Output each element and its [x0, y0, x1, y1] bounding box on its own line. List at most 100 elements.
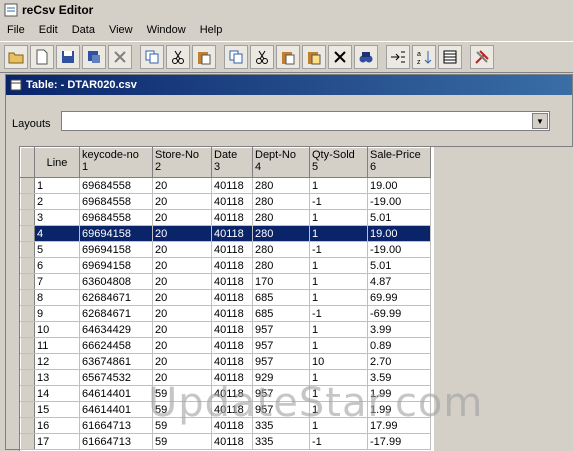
table-cell[interactable]: 20	[152, 193, 212, 210]
table-cell[interactable]: 280	[252, 241, 310, 258]
table-cell[interactable]: 280	[252, 225, 310, 242]
table-cell[interactable]: 280	[252, 209, 310, 226]
table-row[interactable]: 8 62684671 20 40118 685 1 69.99	[20, 289, 431, 306]
find-icon[interactable]	[354, 45, 378, 69]
table-cell[interactable]: 2.70	[367, 353, 431, 370]
table-cell[interactable]: 64614401	[79, 401, 153, 418]
table-cell[interactable]: 40118	[211, 209, 253, 226]
row-selector[interactable]	[20, 401, 35, 418]
table-cell[interactable]: 69694158	[79, 257, 153, 274]
table-cell[interactable]: 65674532	[79, 369, 153, 386]
row-selector[interactable]	[20, 433, 35, 450]
row-selector[interactable]	[20, 273, 35, 290]
table-cell[interactable]: 62684671	[79, 289, 153, 306]
table-cell[interactable]: 59	[152, 401, 212, 418]
table-cell[interactable]: 40118	[211, 353, 253, 370]
table-row[interactable]: 4 69694158 20 40118 280 1 19.00	[20, 225, 431, 242]
table-cell[interactable]: 40118	[211, 257, 253, 274]
table-cell[interactable]: 1	[309, 289, 368, 306]
table-cell[interactable]: 20	[152, 225, 212, 242]
table-cell[interactable]: 1	[309, 257, 368, 274]
save-as-icon[interactable]	[82, 45, 106, 69]
table-cell[interactable]: 1	[309, 401, 368, 418]
table-cell[interactable]: 20	[152, 209, 212, 226]
table-cell[interactable]: 40118	[211, 337, 253, 354]
row-selector[interactable]	[20, 337, 35, 354]
table-cell[interactable]: 62684671	[79, 305, 153, 322]
table-cell[interactable]: 1	[34, 177, 80, 194]
table-cell[interactable]: 11	[34, 337, 80, 354]
row-selector[interactable]	[20, 369, 35, 386]
table-cell[interactable]: 59	[152, 417, 212, 434]
copy-row-icon[interactable]	[224, 45, 248, 69]
row-selector[interactable]	[20, 321, 35, 338]
table-cell[interactable]: 1.99	[367, 385, 431, 402]
col-header-store-no[interactable]: Store-No 2	[152, 147, 212, 178]
table-cell[interactable]: 40118	[211, 225, 253, 242]
corner-cell[interactable]	[20, 147, 35, 178]
open-icon[interactable]	[4, 45, 28, 69]
table-cell[interactable]: 1	[309, 209, 368, 226]
insert-icon[interactable]	[386, 45, 410, 69]
cut-icon[interactable]	[166, 45, 190, 69]
table-cell[interactable]: 3.99	[367, 321, 431, 338]
table-cell[interactable]: 280	[252, 257, 310, 274]
table-cell[interactable]: -69.99	[367, 305, 431, 322]
table-cell[interactable]: 957	[252, 321, 310, 338]
table-cell[interactable]: 17	[34, 433, 80, 450]
table-cell[interactable]: 335	[252, 433, 310, 450]
table-cell[interactable]: -19.00	[367, 193, 431, 210]
layouts-dropdown[interactable]: ▼	[61, 111, 550, 131]
table-cell[interactable]: 15	[34, 401, 80, 418]
table-cell[interactable]: 4	[34, 225, 80, 242]
row-selector[interactable]	[20, 257, 35, 274]
table-cell[interactable]: 40118	[211, 385, 253, 402]
col-header-sale-price[interactable]: Sale-Price 6	[367, 147, 431, 178]
table-cell[interactable]: -17.99	[367, 433, 431, 450]
table-cell[interactable]: 929	[252, 369, 310, 386]
table-cell[interactable]: 13	[34, 369, 80, 386]
table-row[interactable]: 15 64614401 59 40118 957 1 1.99	[20, 401, 431, 418]
table-cell[interactable]: 20	[152, 337, 212, 354]
table-icon[interactable]	[438, 45, 462, 69]
col-header-date[interactable]: Date 3	[211, 147, 253, 178]
table-cell[interactable]: 19.00	[367, 177, 431, 194]
menu-help[interactable]: Help	[193, 24, 230, 36]
table-cell[interactable]: 20	[152, 257, 212, 274]
new-icon[interactable]	[30, 45, 54, 69]
table-cell[interactable]: 685	[252, 289, 310, 306]
row-selector[interactable]	[20, 417, 35, 434]
table-cell[interactable]: 69684558	[79, 177, 153, 194]
table-cell[interactable]: 17.99	[367, 417, 431, 434]
table-cell[interactable]: 20	[152, 289, 212, 306]
table-cell[interactable]: 40118	[211, 289, 253, 306]
frame-title-bar[interactable]: Table: - DTAR020.csv	[6, 75, 572, 95]
row-selector[interactable]	[20, 353, 35, 370]
table-row[interactable]: 9 62684671 20 40118 685 -1 -69.99	[20, 305, 431, 322]
table-cell[interactable]: 1	[309, 417, 368, 434]
table-cell[interactable]: 1	[309, 225, 368, 242]
table-cell[interactable]: 1	[309, 321, 368, 338]
col-header-line[interactable]: Line	[34, 147, 80, 178]
table-cell[interactable]: 6	[34, 257, 80, 274]
table-cell[interactable]: 280	[252, 193, 310, 210]
table-cell[interactable]: 40118	[211, 401, 253, 418]
menu-data[interactable]: Data	[65, 24, 102, 36]
table-cell[interactable]: 5.01	[367, 209, 431, 226]
table-cell[interactable]: 59	[152, 433, 212, 450]
table-cell[interactable]: 280	[252, 177, 310, 194]
table-cell[interactable]: -1	[309, 193, 368, 210]
save-icon[interactable]	[56, 45, 80, 69]
table-cell[interactable]: 59	[152, 385, 212, 402]
row-selector[interactable]	[20, 289, 35, 306]
table-cell[interactable]: 12	[34, 353, 80, 370]
table-cell[interactable]: 20	[152, 321, 212, 338]
table-cell[interactable]: 9	[34, 305, 80, 322]
row-selector[interactable]	[20, 193, 35, 210]
table-cell[interactable]: -1	[309, 241, 368, 258]
table-row[interactable]: 2 69684558 20 40118 280 -1 -19.00	[20, 193, 431, 210]
table-cell[interactable]: 1	[309, 177, 368, 194]
table-row[interactable]: 7 63604808 20 40118 170 1 4.87	[20, 273, 431, 290]
tools-icon[interactable]	[470, 45, 494, 69]
table-cell[interactable]: 61664713	[79, 433, 153, 450]
